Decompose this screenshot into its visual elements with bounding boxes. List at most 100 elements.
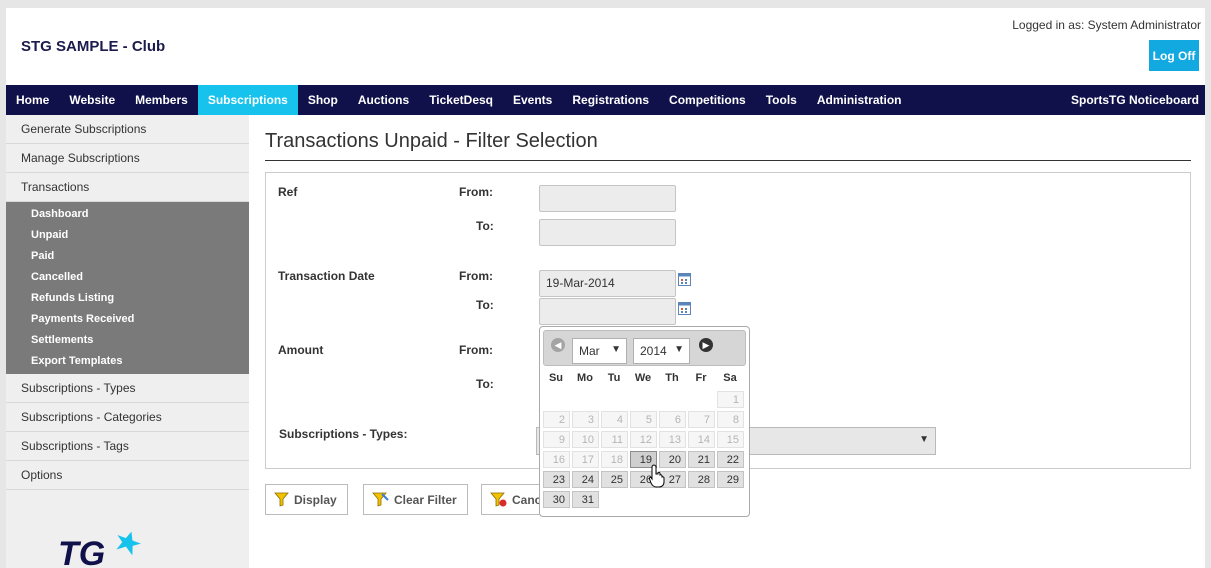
nav-item-tools[interactable]: Tools (756, 85, 807, 115)
sidebar-subitem-cancelled[interactable]: Cancelled (6, 267, 249, 288)
calendar-day[interactable]: 31 (572, 491, 599, 508)
calendar-day[interactable]: 29 (717, 471, 744, 488)
calendar-day: 18 (601, 451, 628, 468)
log-off-button[interactable]: Log Off (1149, 40, 1199, 71)
date-from-label: From: (459, 269, 493, 283)
tg-logo: TG (56, 527, 166, 568)
sidebar-subitem-dashboard[interactable]: Dashboard (6, 204, 249, 225)
calendar-day: 5 (630, 411, 657, 428)
nav-item-ticketdesq[interactable]: TicketDesq (419, 85, 503, 115)
weekday-header: Sa (723, 372, 737, 384)
chevron-down-icon: ▼ (919, 434, 929, 445)
sidebar-item-manage-subscriptions[interactable]: Manage Subscriptions (6, 144, 249, 173)
nav-item-registrations[interactable]: Registrations (562, 85, 659, 115)
nav-item-competitions[interactable]: Competitions (659, 85, 756, 115)
sidebar-subitem-settlements[interactable]: Settlements (6, 330, 249, 351)
ref-to-label: To: (476, 219, 494, 233)
sidebar-item-subscriptions-categories[interactable]: Subscriptions - Categories (6, 403, 249, 432)
sidebar-subitem-refunds-listing[interactable]: Refunds Listing (6, 288, 249, 309)
club-title: STG SAMPLE - Club (21, 38, 166, 55)
nav-item-events[interactable]: Events (503, 85, 562, 115)
calendar-day: 2 (543, 411, 570, 428)
cancel-filter-icon (490, 492, 507, 507)
calendar-day[interactable]: 24 (572, 471, 599, 488)
prev-month-icon[interactable]: ◀ (551, 338, 565, 352)
title-divider (265, 160, 1191, 161)
nav-item-subscriptions[interactable]: Subscriptions (197, 85, 298, 115)
ref-from-input[interactable] (539, 185, 676, 212)
calendar-day: 4 (601, 411, 628, 428)
sidebar-item-options[interactable]: Options (6, 461, 249, 490)
date-from-input[interactable]: 19-Mar-2014 (539, 270, 676, 297)
nav-item-auctions[interactable]: Auctions (348, 85, 419, 115)
weekday-header: Tu (607, 372, 621, 384)
calendar-day: 9 (543, 431, 570, 448)
next-month-icon[interactable]: ▶ (699, 338, 713, 352)
calendar-day: 6 (659, 411, 686, 428)
nav-item-administration[interactable]: Administration (807, 85, 912, 115)
sidebar-subitem-export-templates[interactable]: Export Templates (6, 351, 249, 372)
page-frame: STG SAMPLE - Club Logged in as: System A… (6, 8, 1205, 568)
calendar-day[interactable]: 21 (688, 451, 715, 468)
display-button[interactable]: Display (265, 484, 348, 515)
ref-from-label: From: (459, 185, 493, 199)
calendar-day[interactable]: 28 (688, 471, 715, 488)
calendar-day: 7 (688, 411, 715, 428)
weekday-header: Su (548, 372, 564, 384)
date-to-label: To: (476, 298, 494, 312)
calendar-day[interactable]: 22 (717, 451, 744, 468)
month-select[interactable]: Mar ▼ (572, 338, 627, 364)
calendar-icon[interactable] (678, 302, 691, 315)
filter-icon (274, 492, 289, 507)
datepicker-popup: ◀ Mar ▼ 2014 ▼ ▶ Su Mo Tu We Th Fr Sa 1 2 3 4 5 6 7 8 9… (539, 326, 750, 517)
nav-item-shop[interactable]: Shop (298, 85, 348, 115)
subscription-types-label: Subscriptions - Types: (279, 427, 408, 441)
calendar-day[interactable]: 30 (543, 491, 570, 508)
calendar-day: 16 (543, 451, 570, 468)
nav-item-home[interactable]: Home (6, 85, 59, 115)
calendar-day: 1 (717, 391, 744, 408)
year-select-value: 2014 (640, 344, 667, 358)
svg-text:TG: TG (58, 535, 105, 568)
calendar-day: 11 (601, 431, 628, 448)
date-to-input[interactable] (539, 298, 676, 325)
datepicker-header: ◀ Mar ▼ 2014 ▼ ▶ (543, 330, 746, 366)
ref-label: Ref (278, 185, 298, 199)
clear-filter-button[interactable]: Clear Filter (363, 484, 468, 515)
calendar-day: 17 (572, 451, 599, 468)
calendar-day: 12 (630, 431, 657, 448)
nav-item-website[interactable]: Website (59, 85, 125, 115)
sidebar-item-subscriptions-tags[interactable]: Subscriptions - Tags (6, 432, 249, 461)
transactions-submenu: Dashboard Unpaid Paid Cancelled Refunds List… (6, 202, 249, 374)
nav-item-sportstg-noticeboard[interactable]: SportsTG Noticeboard (1061, 93, 1205, 107)
amount-label: Amount (278, 343, 324, 357)
sidebar-subitem-payments-received[interactable]: Payments Received (6, 309, 249, 330)
calendar-day: 10 (572, 431, 599, 448)
amount-to-label: To: (476, 377, 494, 391)
calendar-icon[interactable] (678, 273, 691, 286)
sidebar: Generate Subscriptions Manage Subscriptio… (6, 115, 249, 568)
hand-cursor-icon (649, 464, 665, 488)
sidebar-subitem-unpaid[interactable]: Unpaid (6, 225, 249, 246)
display-button-label: Display (294, 492, 337, 507)
clear-filter-button-label: Clear Filter (394, 492, 457, 507)
calendar-day: 13 (659, 431, 686, 448)
nav-item-members[interactable]: Members (125, 85, 198, 115)
calendar-day[interactable]: 25 (601, 471, 628, 488)
calendar-day: 15 (717, 431, 744, 448)
sidebar-item-generate-subscriptions[interactable]: Generate Subscriptions (6, 115, 249, 144)
weekday-header: Fr (695, 372, 707, 384)
main-nav: Home Website Members Subscriptions Shop Aucti… (6, 85, 1205, 115)
clear-filter-icon (372, 492, 389, 507)
year-select[interactable]: 2014 ▼ (633, 338, 690, 364)
transaction-date-label: Transaction Date (278, 269, 375, 283)
ref-to-input[interactable] (539, 219, 676, 246)
sidebar-subitem-paid[interactable]: Paid (6, 246, 249, 267)
weekday-header: Th (665, 372, 679, 384)
sidebar-item-transactions[interactable]: Transactions (6, 173, 249, 202)
logged-in-text: Logged in as: System Administrator (1012, 18, 1201, 32)
calendar-day[interactable]: 23 (543, 471, 570, 488)
chevron-down-icon: ▼ (611, 344, 621, 355)
page-title: Transactions Unpaid - Filter Selection (265, 130, 598, 152)
sidebar-item-subscriptions-types[interactable]: Subscriptions - Types (6, 374, 249, 403)
